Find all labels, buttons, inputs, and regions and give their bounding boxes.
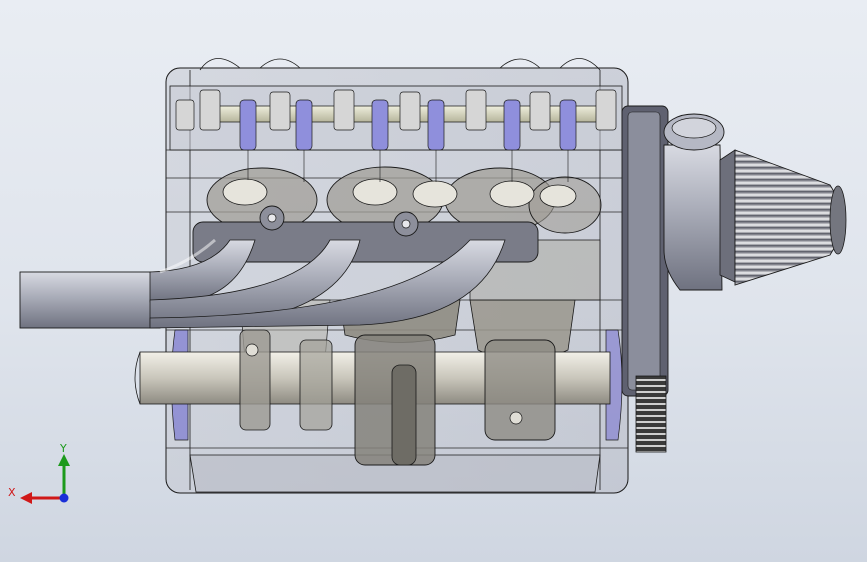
timing-cover[interactable] bbox=[621, 105, 669, 453]
air-intake[interactable] bbox=[663, 113, 847, 291]
z-axis-point bbox=[59, 493, 69, 503]
axis-triad: Y X bbox=[8, 442, 70, 504]
x-axis-label: X bbox=[8, 486, 16, 499]
engine-model[interactable] bbox=[0, 0, 867, 562]
x-axis-arrow bbox=[20, 492, 32, 504]
y-axis-label: Y bbox=[59, 442, 67, 455]
y-axis-arrow bbox=[58, 454, 70, 466]
cad-viewport[interactable]: Y X bbox=[0, 0, 867, 562]
